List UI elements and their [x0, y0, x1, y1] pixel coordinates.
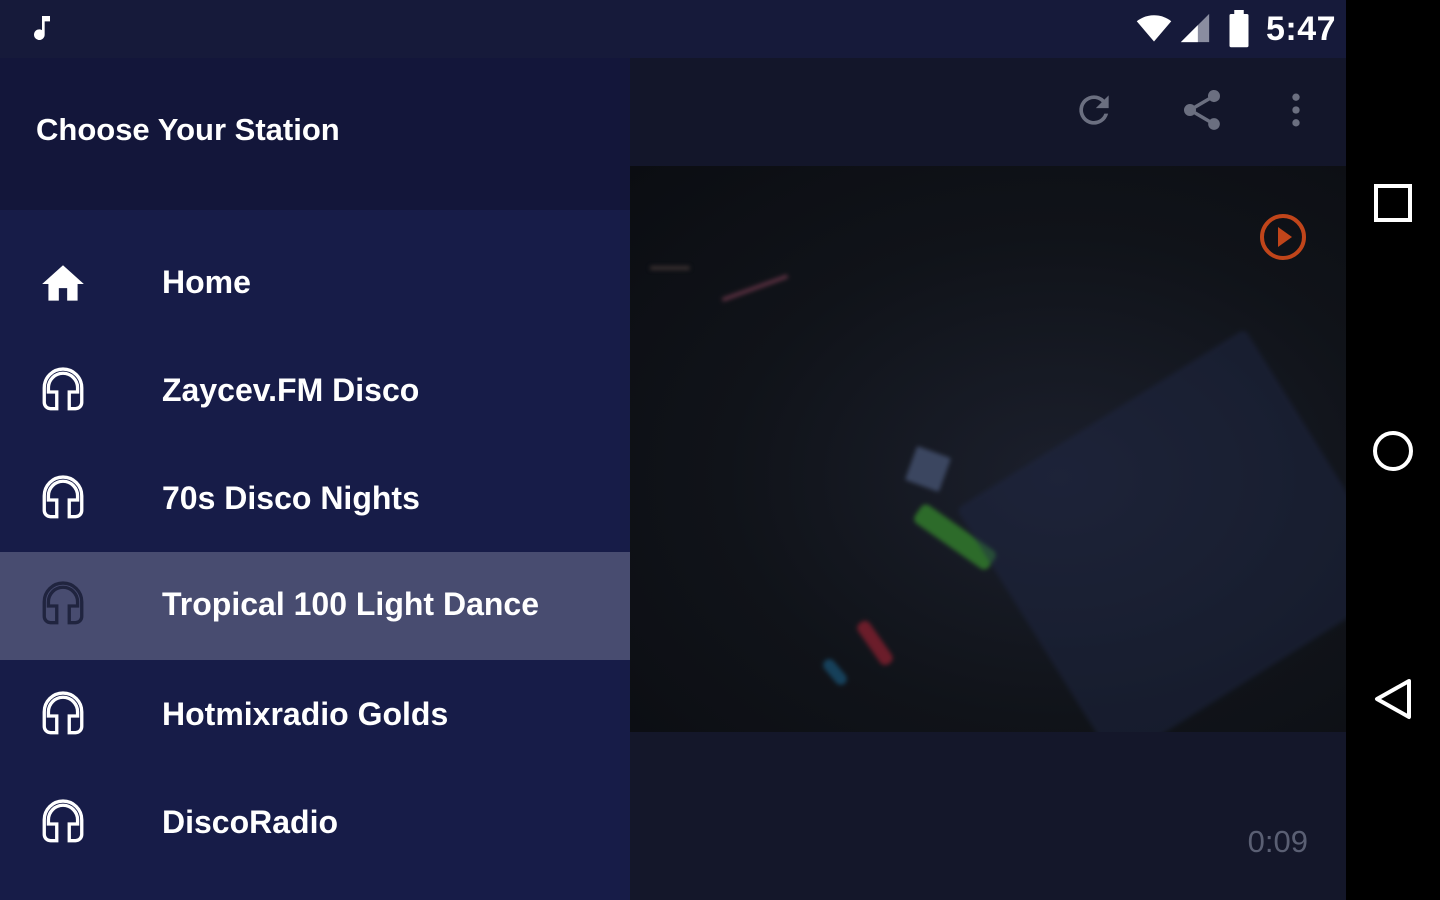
recents-button[interactable]: [1368, 178, 1418, 228]
video-light-blue: [820, 656, 850, 688]
navigation-drawer: Choose Your Station Home Zaycev.FM Disco: [0, 58, 630, 900]
refresh-icon[interactable]: [1066, 82, 1122, 138]
signal-icon: [1178, 10, 1212, 51]
video-light-dim: [650, 266, 690, 270]
elapsed-time: 0:09: [1247, 824, 1308, 859]
drawer-item-70s-disco-nights[interactable]: 70s Disco Nights: [0, 446, 630, 554]
system-nav-bar: [1346, 0, 1440, 900]
home-button[interactable]: [1368, 426, 1418, 476]
play-circle-icon[interactable]: [1258, 212, 1308, 262]
home-icon: [38, 259, 88, 309]
drawer-item-label: Home: [162, 264, 251, 300]
headphones-icon: [38, 367, 88, 417]
share-icon[interactable]: [1174, 82, 1230, 138]
drawer-item-label: Tropical 100 Light Dance: [162, 586, 539, 622]
headphones-icon: [38, 799, 88, 849]
more-vert-icon[interactable]: [1268, 82, 1324, 138]
status-bar: 5:47: [0, 0, 1346, 58]
video-thumbnail[interactable]: [630, 166, 1346, 732]
drawer-item-home[interactable]: Home: [0, 230, 630, 338]
app-screen: 0:09 5:47 Choose Your Station Home Zayce…: [0, 0, 1440, 900]
video-light-pink: [721, 274, 789, 302]
home-circle-icon: [1373, 431, 1413, 471]
drawer-header: Choose Your Station: [0, 58, 630, 210]
video-light-square: [904, 445, 952, 493]
drawer-item-label: DiscoRadio: [162, 804, 339, 840]
drawer-item-label: 70s Disco Nights: [162, 480, 420, 516]
drawer-item-zaycev-fm-disco[interactable]: Zaycev.FM Disco: [0, 338, 630, 446]
battery-icon: [1226, 10, 1252, 53]
wifi-icon: [1134, 10, 1174, 51]
recents-icon: [1374, 184, 1412, 222]
status-time: 5:47: [1266, 10, 1337, 48]
drawer-item-tropical-100-light-dance[interactable]: Tropical 100 Light Dance: [0, 552, 630, 660]
music-note-icon: [26, 10, 58, 51]
drawer-item-label: Zaycev.FM Disco: [162, 372, 420, 408]
drawer-item-label: Hotmixradio Golds: [162, 696, 449, 732]
back-button[interactable]: [1368, 674, 1418, 724]
drawer-item-discoradio[interactable]: DiscoRadio: [0, 770, 630, 878]
video-light-red: [854, 618, 896, 668]
headphones-icon: [38, 581, 88, 631]
drawer-title: Choose Your Station: [36, 112, 340, 147]
video-keyboard-shape: [956, 328, 1346, 732]
headphones-icon: [38, 691, 88, 741]
player-info-panel: 0:09: [630, 732, 1346, 900]
headphones-icon: [38, 475, 88, 525]
back-triangle-icon: [1375, 679, 1411, 719]
drawer-item-hotmixradio-golds[interactable]: Hotmixradio Golds: [0, 662, 630, 770]
